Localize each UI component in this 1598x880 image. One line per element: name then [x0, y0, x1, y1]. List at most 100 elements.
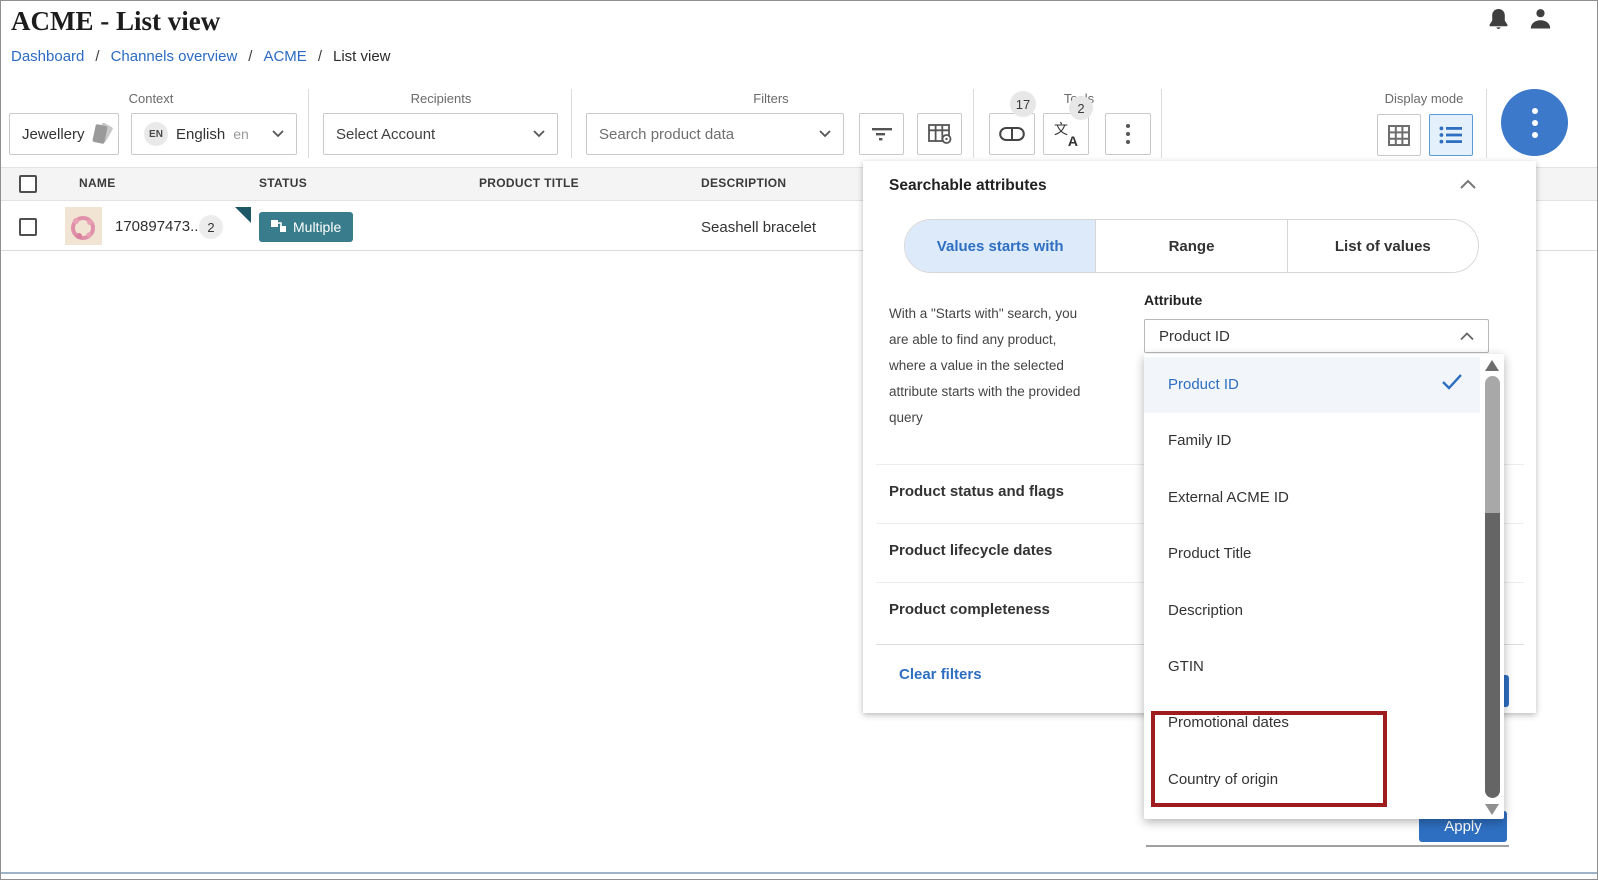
chevron-up-icon	[1460, 332, 1474, 341]
chevron-down-icon	[272, 130, 284, 138]
toolbar-divider	[1161, 89, 1162, 158]
toolbar-divider	[1486, 89, 1487, 158]
scrollbar-thumb[interactable]	[1485, 376, 1500, 513]
dropdown-item-product-title[interactable]: Product Title	[1144, 526, 1480, 582]
toolbar-divider	[973, 89, 974, 158]
attribute-select-value: Product ID	[1159, 328, 1230, 345]
toolbar-divider	[571, 89, 572, 158]
filter-icon	[871, 127, 893, 141]
dropdown-item-country-of-origin[interactable]: Country of origin	[1144, 752, 1480, 808]
column-settings-icon	[928, 124, 952, 144]
starts-with-description: With a "Starts with" search, you are abl…	[889, 301, 1121, 431]
product-search-placeholder: Search product data	[599, 126, 734, 143]
description-cell: Seashell bracelet	[701, 219, 816, 236]
column-header-description: DESCRIPTION	[701, 176, 786, 190]
filter-button[interactable]	[859, 113, 904, 155]
chevron-down-icon	[533, 130, 545, 138]
column-settings-button[interactable]	[917, 113, 962, 155]
tab-range[interactable]: Range	[1096, 220, 1287, 272]
breadcrumb-link-channels-overview[interactable]: Channels overview	[111, 48, 238, 65]
breadcrumb-separator: /	[318, 48, 322, 65]
grid-view-icon	[1388, 125, 1410, 146]
breadcrumb-separator: /	[248, 48, 252, 65]
search-mode-tabs: Values starts with Range List of values	[904, 219, 1479, 273]
status-badge: Multiple	[259, 212, 353, 242]
notifications-button[interactable]	[1487, 8, 1510, 38]
dropdown-item-gtin[interactable]: GTIN	[1144, 639, 1480, 695]
column-header-status: STATUS	[259, 176, 307, 190]
recipients-section-label: Recipients	[313, 91, 569, 106]
translate-count-badge: 2	[1069, 96, 1093, 120]
attribute-select[interactable]: Product ID	[1144, 319, 1489, 353]
select-all-checkbox[interactable]	[19, 175, 37, 193]
breadcrumb-separator: /	[95, 48, 99, 65]
grid-view-button[interactable]	[1377, 114, 1421, 156]
account-select-placeholder: Select Account	[336, 126, 435, 143]
language-select-value: English	[176, 126, 225, 143]
channel-select[interactable]: Jewellery	[9, 113, 119, 155]
display-mode-section-label: Display mode	[1331, 91, 1517, 106]
product-name: 170897473...	[115, 218, 203, 235]
dropdown-item-description[interactable]: Description	[1144, 583, 1480, 639]
scrollbar-track[interactable]	[1485, 513, 1500, 798]
page-title: ACME - List view	[11, 6, 220, 37]
hierarchy-icon	[271, 220, 286, 234]
user-menu-button[interactable]	[1527, 6, 1554, 38]
user-icon	[1527, 6, 1554, 33]
channel-select-value: Jewellery	[22, 126, 85, 143]
channel-icon	[93, 124, 111, 144]
section-product-lifecycle-dates[interactable]: Product lifecycle dates	[889, 542, 1052, 559]
row-checkbox[interactable]	[19, 218, 37, 236]
column-header-name: NAME	[79, 176, 116, 190]
actions-fab-button[interactable]	[1501, 89, 1568, 156]
dropdown-item-promotional-dates[interactable]: Promotional dates	[1144, 695, 1480, 751]
frame-bottom-line	[1, 872, 1598, 874]
language-select[interactable]: EN English en	[131, 113, 297, 155]
dropdown-item-external-acme-id[interactable]: External ACME ID	[1144, 470, 1480, 526]
language-code-badge: EN	[144, 122, 168, 146]
status-badge-label: Multiple	[293, 219, 341, 235]
breadcrumb-link-dashboard[interactable]: Dashboard	[11, 48, 84, 65]
toolbar-divider	[308, 89, 309, 158]
scroll-down-icon[interactable]	[1485, 804, 1499, 815]
link-icon	[999, 126, 1025, 142]
chevron-up-icon	[1459, 179, 1477, 190]
panel-title: Searchable attributes	[889, 177, 1047, 195]
product-search-select[interactable]: Search product data	[586, 113, 844, 155]
language-locale: en	[233, 126, 249, 142]
context-section-label: Context	[1, 91, 301, 106]
dropdown-item-family-id[interactable]: Family ID	[1144, 413, 1480, 469]
attribute-dropdown: Product ID Family ID External ACME ID Pr…	[1144, 354, 1504, 819]
kebab-icon	[1126, 124, 1130, 144]
collapse-panel-button[interactable]	[1459, 177, 1483, 197]
section-product-status-and-flags[interactable]: Product status and flags	[889, 483, 1064, 500]
app-window: ACME - List view Dashboard / Channels ov…	[0, 0, 1598, 880]
attribute-label: Attribute	[1144, 292, 1202, 308]
clear-filters-link[interactable]: Clear filters	[899, 666, 982, 683]
filters-section-label: Filters	[578, 91, 964, 106]
tab-values-starts-with[interactable]: Values starts with	[905, 220, 1096, 272]
tab-list-of-values[interactable]: List of values	[1288, 220, 1478, 272]
dropdown-scrollbar	[1483, 356, 1502, 817]
breadcrumb: Dashboard / Channels overview / ACME / L…	[11, 48, 391, 65]
more-tools-button[interactable]	[1105, 113, 1151, 155]
list-view-button[interactable]	[1429, 114, 1473, 156]
chevron-down-icon	[819, 130, 831, 138]
breadcrumb-link-acme[interactable]: ACME	[263, 48, 306, 65]
list-view-icon	[1439, 126, 1463, 144]
corner-flag-icon	[235, 207, 251, 223]
column-header-product-title: PRODUCT TITLE	[479, 176, 579, 190]
section-product-completeness[interactable]: Product completeness	[889, 601, 1050, 618]
scroll-up-icon[interactable]	[1485, 360, 1499, 371]
dropdown-item-product-id[interactable]: Product ID	[1144, 357, 1480, 413]
query-input-underline[interactable]	[1146, 845, 1509, 847]
kebab-icon	[1532, 108, 1538, 138]
account-select[interactable]: Select Account	[323, 113, 558, 155]
translate-icon: 文 A	[1054, 121, 1078, 147]
link-count-badge: 17	[1010, 91, 1036, 117]
link-tool-button[interactable]	[989, 113, 1035, 155]
breadcrumb-current: List view	[333, 48, 391, 65]
variant-count-badge: 2	[199, 215, 223, 239]
product-thumbnail	[65, 207, 102, 245]
check-icon	[1441, 373, 1463, 390]
